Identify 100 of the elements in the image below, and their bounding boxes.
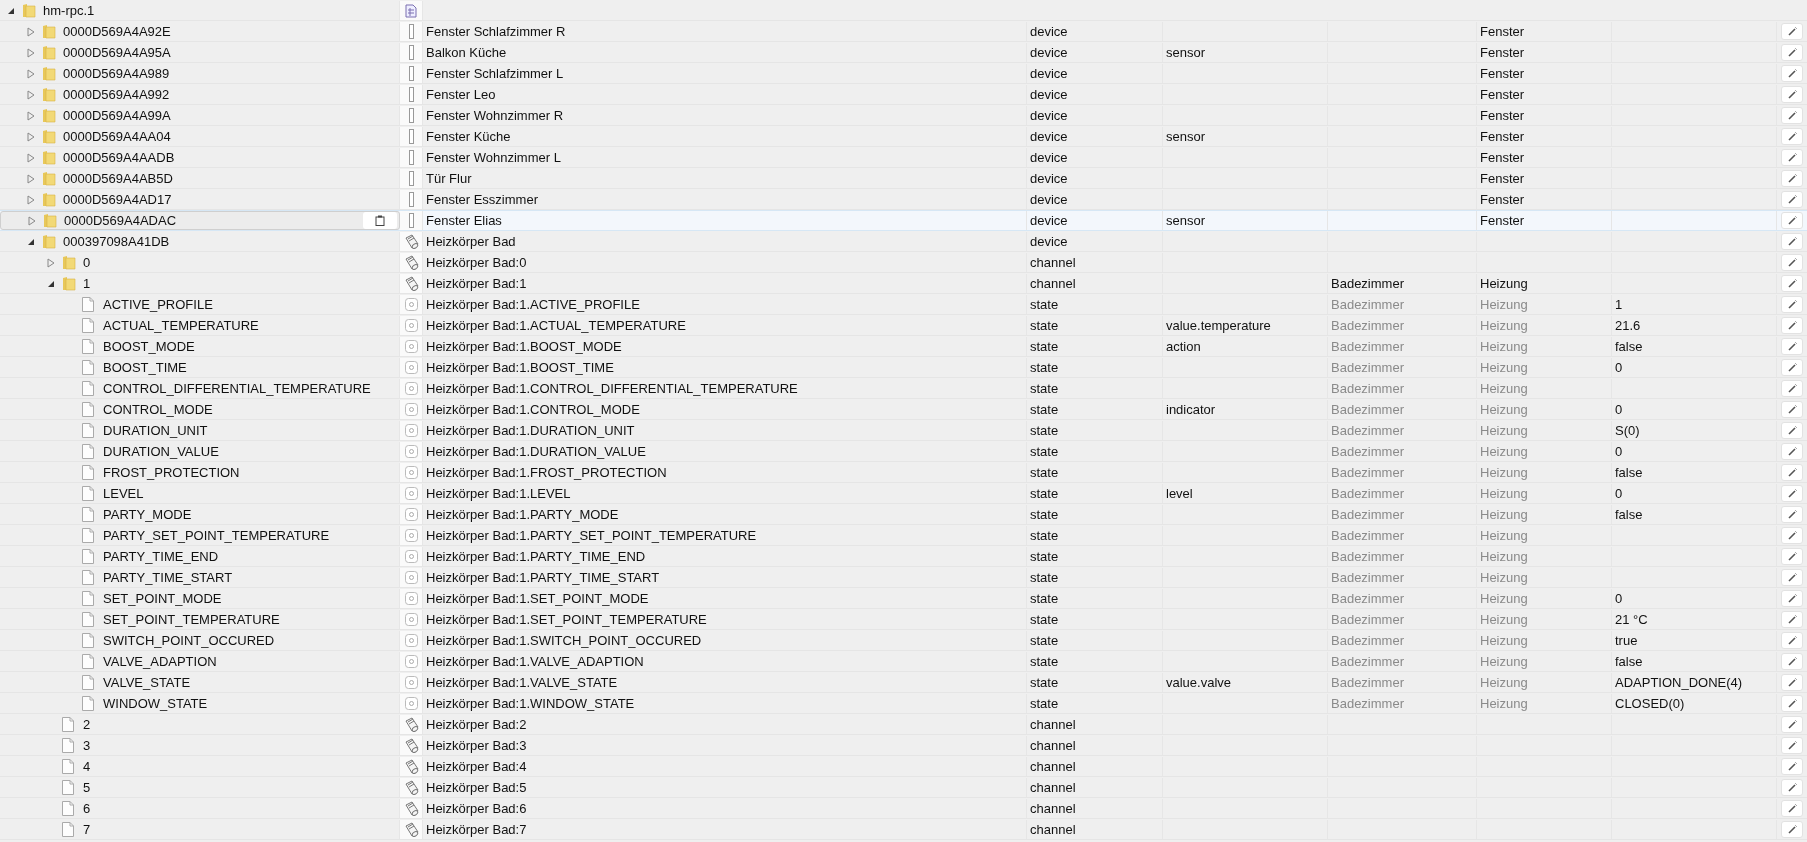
tree-row[interactable]: 3 Heizkörper Bad:3 channel (0, 735, 1807, 756)
tree-row[interactable]: SET_POINT_MODE Heizkörper Bad:1.SET_POINT_MODE state Badezimmer Heizung 0 (0, 588, 1807, 609)
edit-button[interactable] (1781, 401, 1803, 418)
edit-button[interactable] (1781, 359, 1803, 376)
edit-button[interactable] (1781, 296, 1803, 313)
edit-button[interactable] (1781, 674, 1803, 691)
edit-button[interactable] (1781, 443, 1803, 460)
tree-row[interactable]: 0000D569A4AADB Fenster Wohnzimmer L device Fenster (0, 147, 1807, 168)
collapse-icon[interactable] (47, 279, 55, 288)
tree-row[interactable]: 0000D569A4A992 Fenster Leo device Fenster (0, 84, 1807, 105)
edit-button[interactable] (1781, 527, 1803, 544)
edit-button[interactable] (1781, 506, 1803, 523)
edit-button[interactable] (1781, 758, 1803, 775)
edit-button[interactable] (1781, 170, 1803, 187)
tree-row[interactable]: 2 Heizkörper Bad:2 channel (0, 714, 1807, 735)
tree-row[interactable]: LEVEL Heizkörper Bad:1.LEVEL state level Badezimmer Heizung 0 (0, 483, 1807, 504)
tree-row[interactable]: 0000D569A4ADAC Fenster Elias device sensor Fenster (0, 210, 1807, 231)
tree-row[interactable]: DURATION_UNIT Heizkörper Bad:1.DURATION_UNIT state Badezimmer Heizung S(0) (0, 420, 1807, 441)
pencil-icon (1787, 48, 1797, 57)
tree-row[interactable]: 0000D569A4A95A Balkon Küche device sensor Fenster (0, 42, 1807, 63)
edit-button[interactable] (1781, 44, 1803, 61)
edit-button[interactable] (1781, 233, 1803, 250)
tree-row[interactable]: SET_POINT_TEMPERATURE Heizkörper Bad:1.SET_POINT_TEMPERATURE state Badezimmer Heizung 21 °C (0, 609, 1807, 630)
edit-button[interactable] (1781, 464, 1803, 481)
tree-row[interactable]: VALVE_ADAPTION Heizkörper Bad:1.VALVE_ADAPTION state Badezimmer Heizung false (0, 651, 1807, 672)
edit-button[interactable] (1781, 65, 1803, 82)
window-sensor-icon (408, 129, 414, 144)
edit-button[interactable] (1781, 590, 1803, 607)
edit-button[interactable] (1781, 485, 1803, 502)
tree-row[interactable]: 0000D569A4AD17 Fenster Esszimmer device Fenster (0, 189, 1807, 210)
edit-button[interactable] (1781, 23, 1803, 40)
object-name: Fenster Leo (426, 87, 496, 102)
tree-row[interactable]: FROST_PROTECTION Heizkörper Bad:1.FROST_PROTECTION state Badezimmer Heizung false (0, 462, 1807, 483)
expand-icon[interactable] (27, 47, 35, 58)
tree-row[interactable]: 4 Heizkörper Bad:4 channel (0, 756, 1807, 777)
collapse-icon[interactable] (7, 6, 15, 15)
edit-button[interactable] (1781, 632, 1803, 649)
tree-row[interactable]: 5 Heizkörper Bad:5 channel (0, 777, 1807, 798)
tree-row[interactable]: PARTY_MODE Heizkörper Bad:1.PARTY_MODE state Badezimmer Heizung false (0, 504, 1807, 525)
edit-button[interactable] (1781, 254, 1803, 271)
edit-button[interactable] (1781, 212, 1803, 229)
expand-icon[interactable] (27, 152, 35, 163)
selected-id-cell[interactable]: 0000D569A4ADAC (0, 211, 400, 230)
tree-row[interactable]: CONTROL_MODE Heizkörper Bad:1.CONTROL_MODE state indicator Badezimmer Heizung 0 (0, 399, 1807, 420)
edit-button[interactable] (1781, 800, 1803, 817)
tree-row[interactable]: CONTROL_DIFFERENTIAL_TEMPERATURE Heizkörper Bad:1.CONTROL_DIFFERENTIAL_TEMPERATURE state Badezimmer Heizung (0, 378, 1807, 399)
tree-row[interactable]: 1 Heizkörper Bad:1 channel Badezimmer Heizung (0, 273, 1807, 294)
edit-button[interactable] (1781, 653, 1803, 670)
tree-row[interactable]: 000397098A41DB Heizkörper Bad device (0, 231, 1807, 252)
tree-row[interactable]: PARTY_TIME_START Heizkörper Bad:1.PARTY_TIME_START state Badezimmer Heizung (0, 567, 1807, 588)
tree-row[interactable]: SWITCH_POINT_OCCURED Heizkörper Bad:1.SWITCH_POINT_OCCURED state Badezimmer Heizung true (0, 630, 1807, 651)
tree-row[interactable]: PARTY_SET_POINT_TEMPERATURE Heizkörper Bad:1.PARTY_SET_POINT_TEMPERATURE state Badezimmer Heizung (0, 525, 1807, 546)
tree-row[interactable]: 0000D569A4AB5D Tür Flur device Fenster (0, 168, 1807, 189)
expand-icon[interactable] (27, 110, 35, 121)
expand-icon[interactable] (27, 173, 35, 184)
edit-button[interactable] (1781, 569, 1803, 586)
edit-button[interactable] (1781, 107, 1803, 124)
tree-row[interactable]: PARTY_TIME_END Heizkörper Bad:1.PARTY_TIME_END state Badezimmer Heizung (0, 546, 1807, 567)
edit-button[interactable] (1781, 611, 1803, 628)
pencil-icon (1787, 825, 1797, 834)
tree-row[interactable]: 0000D569A4A99A Fenster Wohnzimmer R device Fenster (0, 105, 1807, 126)
delete-button[interactable] (363, 212, 397, 229)
expand-icon[interactable] (47, 257, 55, 268)
expand-icon[interactable] (27, 131, 35, 142)
edit-button[interactable] (1781, 191, 1803, 208)
tree-row[interactable]: 7 Heizkörper Bad:7 channel (0, 819, 1807, 840)
expand-icon[interactable] (27, 26, 35, 37)
tree-row[interactable]: ACTIVE_PROFILE Heizkörper Bad:1.ACTIVE_PROFILE state Badezimmer Heizung 1 (0, 294, 1807, 315)
tree-row[interactable]: WINDOW_STATE Heizkörper Bad:1.WINDOW_STATE state Badezimmer Heizung CLOSED(0) (0, 693, 1807, 714)
edit-button[interactable] (1781, 86, 1803, 103)
expand-icon[interactable] (28, 215, 36, 226)
object-function: Fenster (1480, 87, 1525, 102)
edit-button[interactable] (1781, 128, 1803, 145)
tree-row[interactable]: 0000D569A4A989 Fenster Schlafzimmer L device Fenster (0, 63, 1807, 84)
tree-row[interactable]: hm-rpc.1 (0, 0, 1807, 21)
expand-icon[interactable] (27, 194, 35, 205)
tree-row[interactable]: BOOST_MODE Heizkörper Bad:1.BOOST_MODE state action Badezimmer Heizung false (0, 336, 1807, 357)
tree-row[interactable]: DURATION_VALUE Heizkörper Bad:1.DURATION_VALUE state Badezimmer Heizung 0 (0, 441, 1807, 462)
edit-button[interactable] (1781, 548, 1803, 565)
edit-button[interactable] (1781, 317, 1803, 334)
tree-row[interactable]: 0 Heizkörper Bad:0 channel (0, 252, 1807, 273)
edit-button[interactable] (1781, 716, 1803, 733)
edit-button[interactable] (1781, 338, 1803, 355)
edit-button[interactable] (1781, 695, 1803, 712)
tree-row[interactable]: 6 Heizkörper Bad:6 channel (0, 798, 1807, 819)
edit-button[interactable] (1781, 779, 1803, 796)
edit-button[interactable] (1781, 380, 1803, 397)
tree-row[interactable]: VALVE_STATE Heizkörper Bad:1.VALVE_STATE state value.valve Badezimmer Heizung ADAPTION_DONE(4) (0, 672, 1807, 693)
edit-button[interactable] (1781, 821, 1803, 838)
tree-row[interactable]: ACTUAL_TEMPERATURE Heizkörper Bad:1.ACTUAL_TEMPERATURE state value.temperature Badezimmer Heizung 21.6 (0, 315, 1807, 336)
expand-icon[interactable] (27, 68, 35, 79)
tree-row[interactable]: 0000D569A4A92E Fenster Schlafzimmer R device Fenster (0, 21, 1807, 42)
edit-button[interactable] (1781, 149, 1803, 166)
edit-button[interactable] (1781, 275, 1803, 292)
edit-button[interactable] (1781, 422, 1803, 439)
edit-button[interactable] (1781, 737, 1803, 754)
tree-row[interactable]: BOOST_TIME Heizkörper Bad:1.BOOST_TIME state Badezimmer Heizung 0 (0, 357, 1807, 378)
tree-row[interactable]: 0000D569A4AA04 Fenster Küche device sensor Fenster (0, 126, 1807, 147)
expand-icon[interactable] (27, 89, 35, 100)
collapse-icon[interactable] (27, 237, 35, 246)
